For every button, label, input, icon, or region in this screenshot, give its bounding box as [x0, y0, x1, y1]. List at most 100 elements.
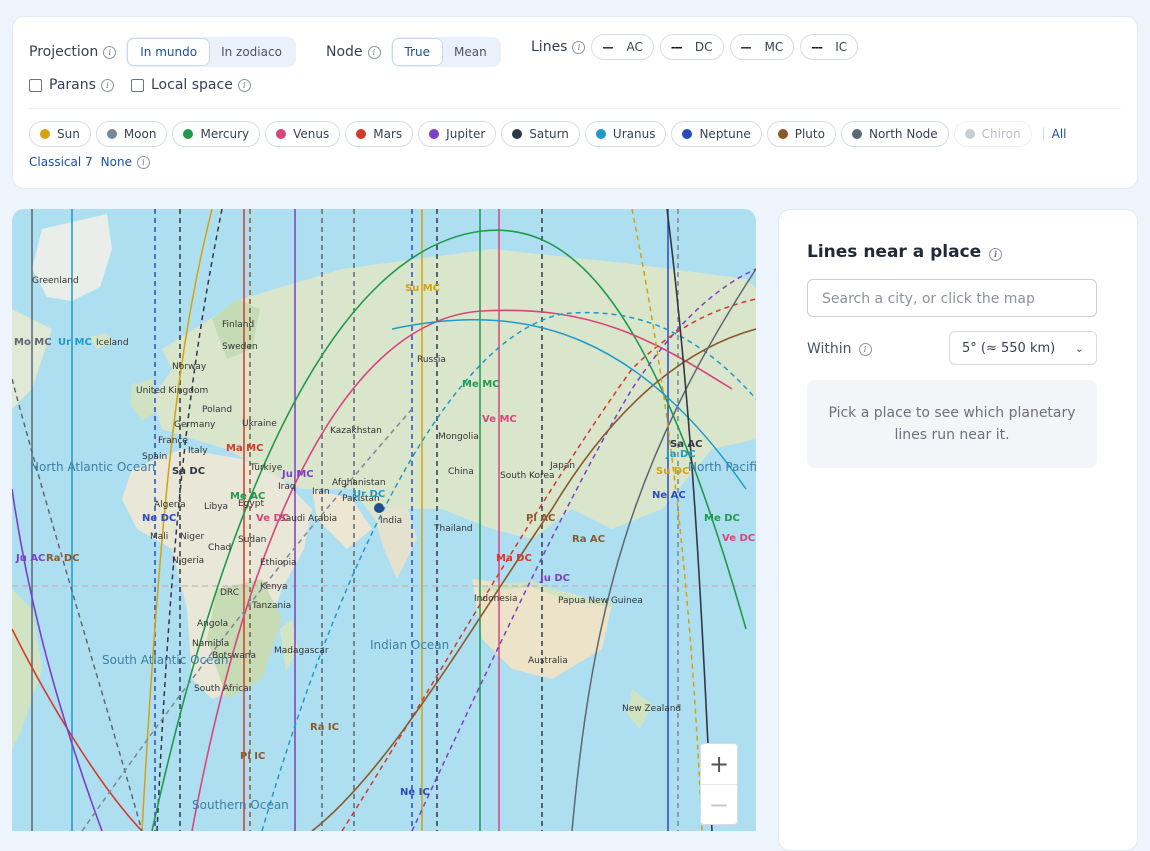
planet-chip-label: Moon: [123, 127, 157, 141]
planet-chip-label: Sun: [57, 127, 80, 141]
ocean-label: Indian Ocean: [370, 638, 449, 652]
place-label: France: [158, 436, 188, 446]
local-space-checkbox[interactable]: [131, 78, 144, 92]
line-chip-mc[interactable]: — MC: [729, 34, 795, 60]
uranus-dot-icon: [595, 129, 606, 139]
divider: [29, 108, 1121, 109]
place-label: Nigeria: [172, 556, 204, 566]
place-label: South Korea: [500, 471, 555, 481]
place-label: Greenland: [32, 276, 79, 286]
line-label: Su DC: [656, 466, 689, 477]
within-label: Within: [807, 341, 852, 357]
info-icon[interactable]: i: [100, 78, 114, 92]
jupiter-dot-icon: [429, 129, 440, 139]
planet-chip-mars[interactable]: Mars: [345, 121, 414, 147]
zoom-out-button[interactable]: −: [701, 784, 737, 825]
dashed-line-icon: ---: [670, 40, 683, 54]
planet-chip-north-node[interactable]: North Node: [840, 121, 949, 147]
planet-chip-chiron[interactable]: Chiron: [953, 121, 1032, 147]
parans-checkbox[interactable]: [29, 78, 42, 92]
preset-all[interactable]: All: [1052, 127, 1067, 141]
planet-chip-label: Uranus: [612, 127, 656, 141]
place-label: Germany: [174, 420, 216, 430]
place-label: Libya: [204, 502, 228, 512]
within-value: 5° (≈ 550 km): [962, 341, 1056, 356]
place-label: Sweden: [222, 342, 258, 352]
line-label: Ne DC: [142, 513, 176, 524]
planet-chip-mercury[interactable]: Mercury: [172, 121, 261, 147]
place-label: New Zealand: [622, 704, 681, 714]
place-label: China: [448, 467, 474, 477]
info-icon[interactable]: i: [858, 342, 872, 356]
ocean-label: Southern Ocean: [192, 798, 289, 812]
planet-chip-jupiter[interactable]: Jupiter: [418, 121, 497, 147]
place-label: Australia: [528, 656, 568, 666]
zoom-in-button[interactable]: +: [701, 744, 737, 784]
planet-chip-label: Neptune: [699, 127, 751, 141]
line-label: Ra IC: [310, 722, 339, 733]
place-label: Papua New Guinea: [558, 596, 643, 606]
node-mean[interactable]: Mean: [442, 39, 499, 65]
parans-label: Parans: [49, 77, 96, 93]
place-label: Mongolia: [438, 432, 479, 442]
line-label: Ju DC: [539, 573, 570, 584]
line-chip-dc[interactable]: --- DC: [659, 34, 724, 60]
planet-chip-label: Jupiter: [446, 127, 486, 141]
info-icon[interactable]: i: [237, 78, 251, 92]
chevron-down-icon: ⌄: [1074, 342, 1084, 355]
mercury-dot-icon: [183, 129, 194, 139]
node-true[interactable]: True: [392, 39, 443, 65]
line-label: Ne AC: [652, 490, 686, 501]
planet-chip-sun[interactable]: Sun: [29, 121, 91, 147]
place-label: Ethiopia: [260, 558, 297, 568]
place-label: Mali: [150, 532, 168, 542]
projection-group: Projection i In mundo In zodiaco: [29, 37, 296, 67]
empty-text-line: Pick a place to see which planetary: [828, 405, 1076, 421]
info-icon[interactable]: i: [103, 45, 117, 59]
info-icon[interactable]: i: [572, 40, 586, 54]
place-search-input[interactable]: Search a city, or click the map: [807, 279, 1097, 317]
line-chip-ac[interactable]: — AC: [591, 34, 654, 60]
place-label: Botswana: [212, 651, 256, 661]
place-label: Finland: [222, 320, 254, 330]
line-chip-ic[interactable]: --- IC: [800, 34, 859, 60]
planet-chips: Sun Moon Mercury Venus Mars Jupiter Satu…: [29, 121, 1067, 147]
map-canvas[interactable]: North Atlantic Ocean South Atlantic Ocea…: [12, 209, 756, 831]
preset-none[interactable]: None: [101, 155, 132, 169]
zoom-controls: + −: [700, 743, 738, 825]
place-label: Italy: [188, 446, 208, 456]
planet-chip-uranus[interactable]: Uranus: [584, 121, 667, 147]
place-label: United Kingdom: [136, 386, 208, 396]
location-marker[interactable]: [374, 503, 384, 513]
planet-chip-label: Mars: [373, 127, 403, 141]
line-label: Ve DC: [722, 533, 755, 544]
line-label: Me MC: [462, 379, 500, 390]
line-label: Ra DC: [46, 553, 80, 564]
planet-chip-moon[interactable]: Moon: [95, 121, 168, 147]
within-select[interactable]: 5° (≈ 550 km) ⌄: [949, 331, 1097, 365]
projection-toggle: In mundo In zodiaco: [126, 37, 296, 67]
preset-classical-7[interactable]: Classical 7: [29, 155, 93, 169]
astro-map[interactable]: North Atlantic Ocean South Atlantic Ocea…: [12, 209, 756, 831]
line-label: Sa DC: [172, 466, 205, 477]
planet-chip-saturn[interactable]: Saturn: [501, 121, 580, 147]
planet-chip-neptune[interactable]: Neptune: [671, 121, 762, 147]
line-label: Ur DC: [353, 489, 385, 500]
panel-title: Lines near a place i: [807, 242, 1003, 262]
chiron-dot-icon: [964, 129, 975, 139]
place-label: Ukraine: [242, 419, 277, 429]
info-icon[interactable]: i: [136, 155, 150, 169]
solid-line-icon: —: [740, 40, 752, 54]
planet-chip-venus[interactable]: Venus: [265, 121, 341, 147]
projection-in-zodiaco[interactable]: In zodiaco: [209, 39, 294, 65]
place-label: Niger: [180, 532, 204, 542]
place-label: Iraq: [278, 482, 296, 492]
place-label: Kazakhstan: [330, 426, 382, 436]
place-label: Spain: [142, 452, 167, 462]
place-label: Poland: [202, 405, 232, 415]
info-icon[interactable]: i: [989, 248, 1003, 261]
place-label: India: [380, 516, 402, 526]
info-icon[interactable]: i: [367, 45, 381, 59]
projection-in-mundo[interactable]: In mundo: [128, 39, 210, 65]
planet-chip-pluto[interactable]: Pluto: [766, 121, 836, 147]
